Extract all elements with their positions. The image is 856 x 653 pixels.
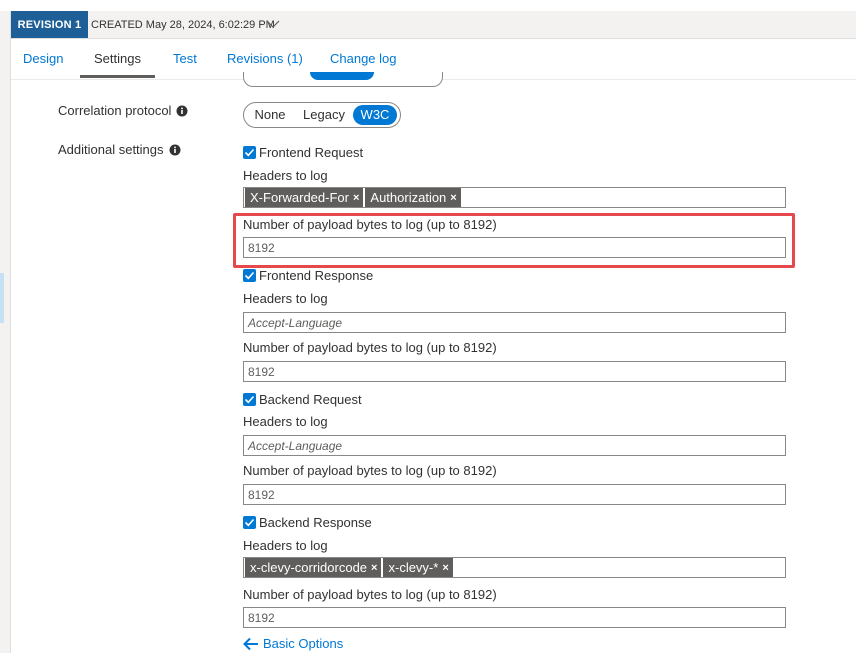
revision-badge: REVISION 1 bbox=[11, 11, 88, 38]
headers-to-log-label: Headers to log bbox=[243, 414, 328, 429]
checkmark-icon bbox=[244, 271, 255, 280]
correlation-protocol-toggle[interactable]: None Legacy W3C bbox=[243, 102, 401, 128]
basic-options-link[interactable]: Basic Options bbox=[243, 636, 343, 651]
header-tag: X-Forwarded-For × bbox=[245, 188, 364, 207]
checkbox[interactable] bbox=[243, 393, 256, 406]
checkbox-label: Frontend Response bbox=[259, 268, 374, 283]
backend-response-headers-input[interactable]: x-clevy-corridorcode × x-clevy-* × bbox=[243, 557, 786, 578]
remove-tag-icon[interactable]: × bbox=[442, 562, 448, 574]
payload-bytes-label: Number of payload bytes to log (up to 81… bbox=[243, 587, 497, 602]
checkmark-icon bbox=[244, 395, 255, 404]
scrolled-toggle-selection bbox=[310, 72, 374, 80]
checkbox[interactable] bbox=[243, 516, 256, 529]
checkbox[interactable] bbox=[243, 146, 256, 159]
checkbox-label: Backend Response bbox=[259, 515, 372, 530]
info-icon[interactable] bbox=[169, 144, 181, 156]
remove-tag-icon[interactable]: × bbox=[353, 192, 359, 204]
left-gutter bbox=[0, 11, 11, 653]
frontend-request-checkbox-row[interactable]: Frontend Request bbox=[243, 145, 363, 160]
headers-to-log-label: Headers to log bbox=[243, 291, 328, 306]
remove-tag-icon[interactable]: × bbox=[450, 192, 456, 204]
chevron-down-icon[interactable] bbox=[266, 17, 280, 31]
correlation-protocol-label: Correlation protocol bbox=[58, 103, 188, 118]
checkbox[interactable] bbox=[243, 269, 256, 282]
backend-request-payload-input[interactable]: 8192 bbox=[243, 484, 786, 505]
tab-design[interactable]: Design bbox=[23, 39, 63, 77]
additional-settings-label: Additional settings bbox=[58, 142, 181, 157]
active-tab-indicator bbox=[80, 75, 155, 78]
checkbox-label: Backend Request bbox=[259, 392, 362, 407]
frontend-response-headers-input[interactable]: Accept-Language bbox=[243, 312, 786, 333]
checkbox-label: Frontend Request bbox=[259, 145, 364, 160]
backend-request-headers-input[interactable]: Accept-Language bbox=[243, 435, 786, 456]
backend-request-checkbox-row[interactable]: Backend Request bbox=[243, 392, 362, 407]
scrolled-toggle-stub[interactable] bbox=[243, 72, 443, 87]
correlation-protocol-text: Correlation protocol bbox=[58, 103, 172, 118]
arrow-left-icon bbox=[243, 637, 258, 650]
toggle-option-legacy[interactable]: Legacy bbox=[299, 105, 349, 125]
tab-test[interactable]: Test bbox=[173, 39, 197, 77]
backend-response-checkbox-row[interactable]: Backend Response bbox=[243, 515, 372, 530]
payload-bytes-label: Number of payload bytes to log (up to 81… bbox=[243, 463, 497, 478]
backend-response-payload-input[interactable]: 8192 bbox=[243, 607, 786, 628]
highlight-box bbox=[233, 213, 795, 268]
tab-settings[interactable]: Settings bbox=[94, 39, 141, 77]
checkmark-icon bbox=[244, 518, 255, 527]
revision-created: CREATED May 28, 2024, 6:02:29 PM bbox=[91, 18, 275, 31]
frontend-request-headers-input[interactable]: X-Forwarded-For × Authorization × bbox=[243, 187, 786, 208]
headers-to-log-label: Headers to log bbox=[243, 538, 328, 553]
tag-text: x-clevy-corridorcode bbox=[250, 560, 368, 575]
tag-text: X-Forwarded-For bbox=[250, 190, 349, 205]
toggle-option-none[interactable]: None bbox=[250, 105, 290, 125]
info-icon[interactable] bbox=[176, 105, 188, 117]
additional-settings-text: Additional settings bbox=[58, 142, 164, 157]
frontend-response-payload-input[interactable]: 8192 bbox=[243, 361, 786, 382]
toggle-option-w3c[interactable]: W3C bbox=[353, 105, 397, 125]
headers-to-log-label: Headers to log bbox=[243, 168, 328, 183]
tag-text: x-clevy-* bbox=[388, 560, 439, 575]
gutter-marker bbox=[0, 273, 4, 323]
remove-tag-icon[interactable]: × bbox=[371, 562, 377, 574]
checkmark-icon bbox=[244, 148, 255, 157]
revision-bar: REVISION 1 CREATED May 28, 2024, 6:02:29… bbox=[11, 11, 856, 39]
header-tag: x-clevy-* × bbox=[383, 558, 453, 577]
header-tag: Authorization × bbox=[365, 188, 461, 207]
tag-text: Authorization bbox=[370, 190, 447, 205]
payload-bytes-label: Number of payload bytes to log (up to 81… bbox=[243, 340, 497, 355]
header-tag: x-clevy-corridorcode × bbox=[245, 558, 382, 577]
basic-options-text: Basic Options bbox=[263, 636, 344, 651]
frontend-response-checkbox-row[interactable]: Frontend Response bbox=[243, 268, 373, 283]
